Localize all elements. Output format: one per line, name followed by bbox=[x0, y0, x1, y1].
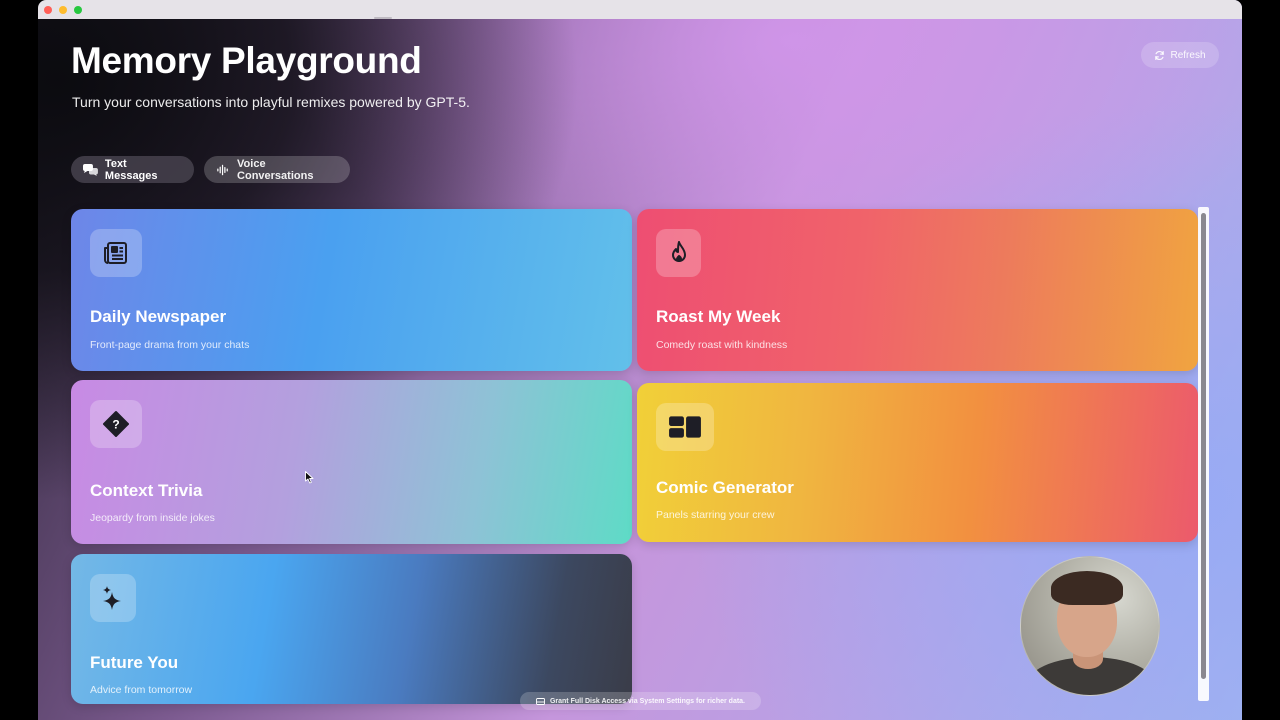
card-title: Roast My Week bbox=[656, 307, 781, 326]
webcam-person-hair bbox=[1051, 571, 1123, 605]
disk-access-text: Grant Full Disk Access via System Settin… bbox=[549, 697, 746, 705]
page-title: Memory Playground bbox=[71, 40, 422, 81]
card-icon-box bbox=[656, 229, 701, 277]
card-daily-newspaper[interactable]: Daily Newspaper Front-page drama from yo… bbox=[71, 209, 632, 371]
card-title: Future You bbox=[90, 653, 179, 672]
card-description: Front-page drama from your chats bbox=[90, 339, 250, 351]
scrollbar-thumb[interactable] bbox=[1201, 213, 1206, 679]
titlebar-divider bbox=[374, 17, 392, 19]
drive-icon bbox=[536, 697, 545, 705]
tab-text-messages[interactable]: Text Messages bbox=[71, 156, 194, 183]
zoom-window-button[interactable] bbox=[74, 6, 82, 14]
newspaper-icon bbox=[104, 242, 127, 264]
card-title: Comic Generator bbox=[656, 478, 794, 497]
waveform-icon bbox=[217, 164, 228, 175]
card-description: Panels starring your crew bbox=[656, 509, 775, 521]
card-future-you[interactable]: Future You Advice from tomorrow bbox=[71, 554, 632, 704]
card-icon-box bbox=[90, 229, 142, 277]
card-comic-generator[interactable]: Comic Generator Panels starring your cre… bbox=[637, 383, 1198, 542]
svg-text:?: ? bbox=[112, 418, 119, 432]
question-diamond-icon: ? bbox=[103, 411, 129, 437]
page-subtitle: Turn your conversations into playful rem… bbox=[72, 94, 470, 110]
vertical-scrollbar[interactable] bbox=[1198, 207, 1209, 701]
close-window-button[interactable] bbox=[44, 6, 52, 14]
minimize-window-button[interactable] bbox=[59, 6, 67, 14]
card-roast-my-week[interactable]: Roast My Week Comedy roast with kindness bbox=[637, 209, 1198, 371]
tab-voice-conversations-label: Voice Conversations bbox=[237, 157, 314, 182]
app-window: Memory Playground Turn your conversation… bbox=[38, 0, 1242, 720]
card-icon-box bbox=[656, 403, 714, 451]
window-titlebar bbox=[38, 0, 1242, 19]
mouse-pointer-icon bbox=[305, 471, 314, 484]
disk-access-banner[interactable]: Grant Full Disk Access via System Settin… bbox=[520, 692, 761, 710]
comic-panels-icon bbox=[669, 416, 701, 438]
webcam-overlay bbox=[1020, 556, 1160, 696]
sparkles-icon bbox=[103, 586, 121, 610]
tab-voice-conversations[interactable]: Voice Conversations bbox=[204, 156, 350, 183]
tab-text-messages-label: Text Messages bbox=[104, 157, 158, 182]
screen: Memory Playground Turn your conversation… bbox=[0, 0, 1280, 720]
chat-bubbles-icon bbox=[83, 163, 98, 176]
card-icon-box bbox=[90, 574, 136, 622]
refresh-button[interactable]: Refresh bbox=[1141, 42, 1219, 68]
refresh-icon bbox=[1155, 50, 1165, 60]
card-icon-box: ? bbox=[90, 400, 142, 448]
card-description: Advice from tomorrow bbox=[90, 684, 193, 696]
card-title: Context Trivia bbox=[90, 481, 203, 500]
card-title: Daily Newspaper bbox=[90, 307, 227, 326]
refresh-label: Refresh bbox=[1170, 49, 1206, 61]
card-context-trivia[interactable]: ? Context Trivia Jeopardy from inside jo… bbox=[71, 380, 632, 544]
card-description: Jeopardy from inside jokes bbox=[90, 512, 215, 524]
flame-icon bbox=[671, 241, 686, 262]
card-description: Comedy roast with kindness bbox=[656, 339, 788, 351]
